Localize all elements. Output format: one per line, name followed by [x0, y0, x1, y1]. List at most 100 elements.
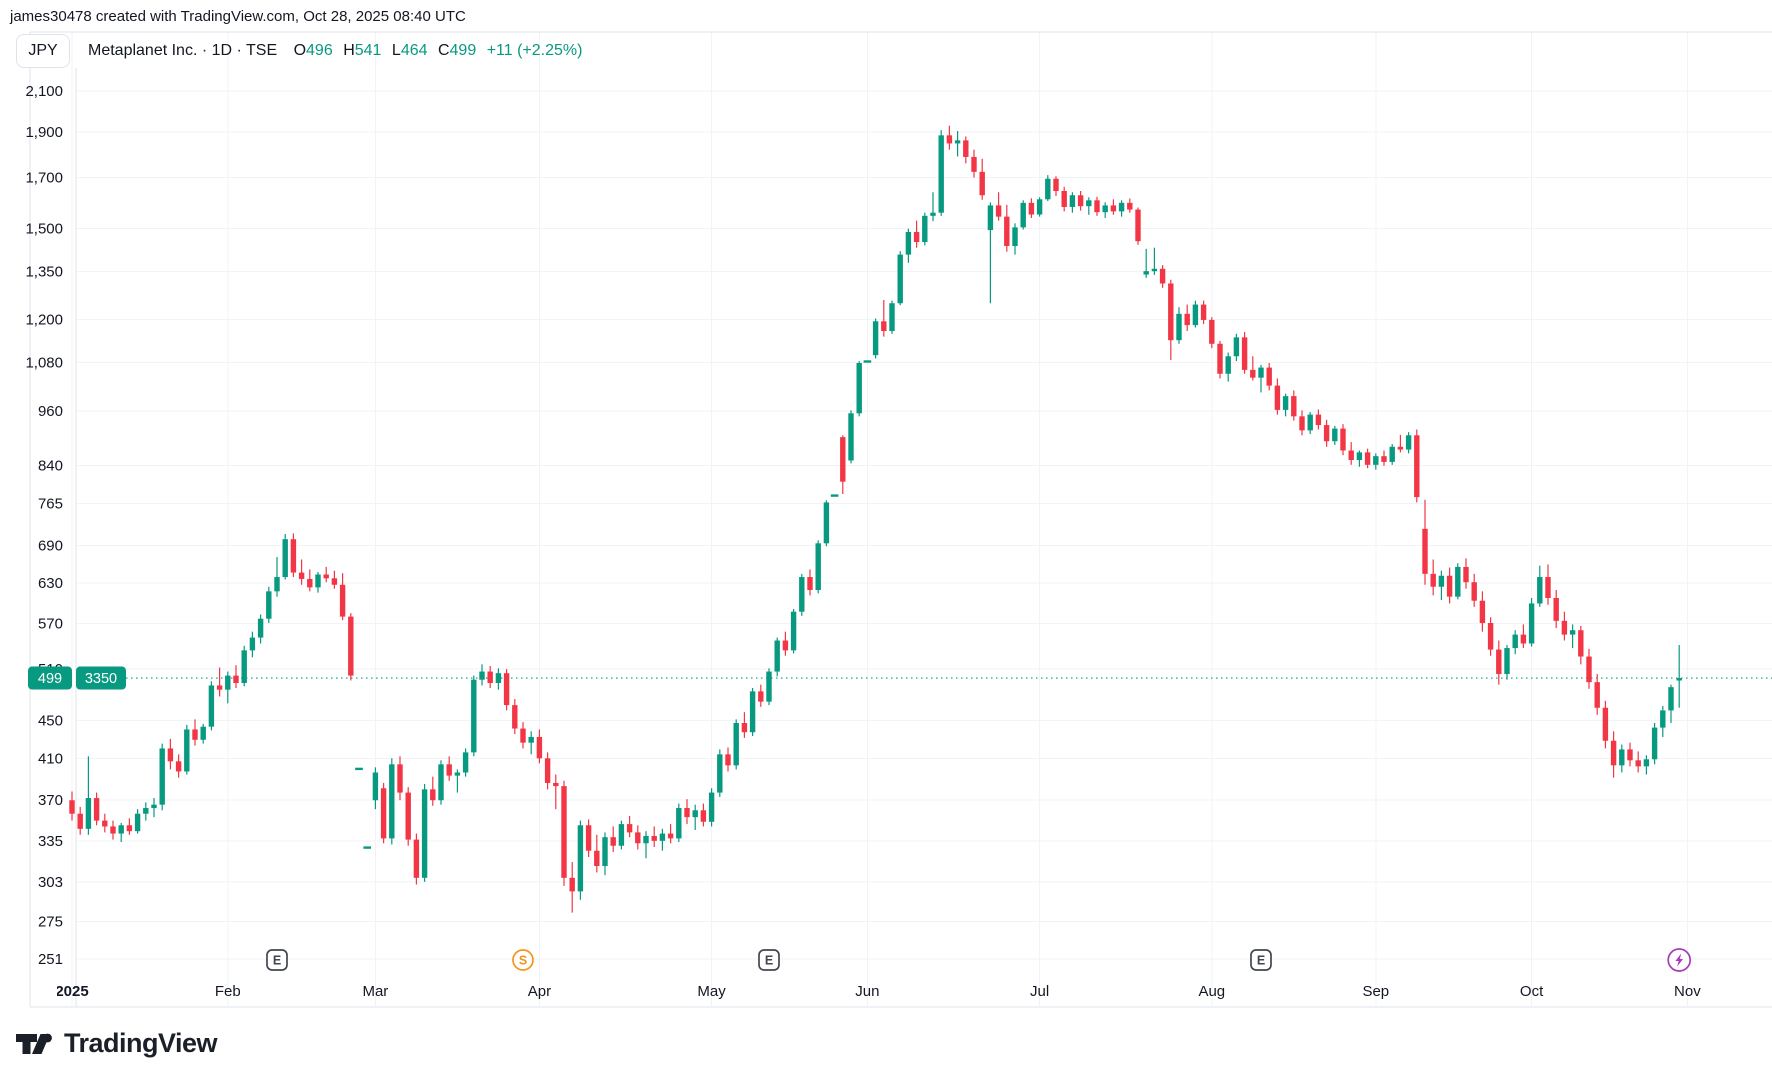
- candle: [816, 543, 821, 590]
- candle: [1053, 179, 1058, 191]
- candle: [1234, 337, 1239, 356]
- candle: [1578, 630, 1583, 656]
- candle: [1340, 429, 1345, 451]
- candle: [1570, 630, 1575, 634]
- candle: [242, 650, 247, 683]
- ohlc-close-value: 499: [450, 42, 477, 59]
- y-axis-label: 630: [38, 575, 63, 592]
- candle: [389, 764, 394, 838]
- y-axis-label: 410: [38, 750, 63, 767]
- candle: [586, 825, 591, 850]
- y-axis-label: 1,700: [25, 169, 63, 186]
- x-axis-month-label: Jul: [1030, 983, 1049, 1000]
- candle: [1627, 749, 1632, 760]
- candle: [1644, 759, 1649, 766]
- candle: [1611, 741, 1616, 766]
- ohlc-high-value: 541: [355, 42, 382, 59]
- candle: [1070, 195, 1075, 207]
- y-axis-label: 1,500: [25, 220, 63, 237]
- x-axis-month-label: Apr: [528, 983, 551, 1000]
- change-value: +11 (+2.25%): [487, 42, 583, 59]
- candle: [775, 641, 780, 672]
- candle-dash: [831, 494, 839, 496]
- candle: [1299, 416, 1304, 430]
- x-axis-year-label: 2025: [55, 983, 88, 1000]
- candle: [332, 578, 337, 584]
- chart-canvas[interactable]: 2,1001,9001,7001,5001,3501,2001,08096084…: [0, 0, 1772, 1080]
- candle: [1021, 203, 1026, 228]
- candle: [1135, 210, 1140, 242]
- candle: [397, 764, 402, 792]
- x-axis-month-label: Jun: [855, 983, 879, 1000]
- y-axis-label: 960: [38, 403, 63, 420]
- candle: [1439, 576, 1444, 587]
- candle: [119, 825, 124, 833]
- candle: [381, 788, 386, 838]
- candle: [406, 793, 411, 840]
- candle: [1504, 648, 1509, 674]
- candle: [930, 213, 935, 216]
- candle: [1381, 456, 1386, 462]
- y-axis-label: 335: [38, 833, 63, 850]
- x-axis-month-label: Nov: [1674, 983, 1701, 1000]
- candle: [438, 764, 443, 800]
- candle: [791, 612, 796, 651]
- symbol-title-row[interactable]: Metaplanet Inc. · 1D · TSE O496 H541 L46…: [88, 42, 582, 60]
- tradingview-logo[interactable]: TradingView: [16, 1028, 217, 1059]
- candle: [570, 878, 575, 892]
- candle: [635, 832, 640, 843]
- candle: [1324, 425, 1329, 441]
- candle: [627, 824, 632, 832]
- candle: [299, 573, 304, 579]
- candle: [1242, 337, 1247, 370]
- candle: [233, 676, 238, 683]
- candle: [1316, 415, 1321, 425]
- x-axis-month-label: Sep: [1362, 983, 1389, 1000]
- symbol-title: Metaplanet Inc. · 1D · TSE: [88, 42, 277, 59]
- candle: [340, 585, 345, 617]
- candle: [1111, 205, 1116, 211]
- tradingview-logo-text: TradingView: [64, 1028, 217, 1059]
- candle: [758, 691, 763, 701]
- candle: [1488, 623, 1493, 650]
- candle: [1677, 678, 1682, 680]
- candle: [898, 255, 903, 304]
- candle: [69, 800, 74, 813]
- candle: [504, 673, 509, 705]
- candle: [1521, 635, 1526, 644]
- candle: [1086, 200, 1091, 206]
- candle: [463, 752, 468, 772]
- candle: [520, 729, 525, 743]
- x-axis-month-label: Oct: [1520, 983, 1544, 1000]
- candle: [447, 764, 452, 775]
- candle: [947, 135, 952, 143]
- candle: [1398, 447, 1403, 450]
- candle: [1554, 598, 1559, 621]
- y-axis-label: 2,100: [25, 83, 63, 100]
- candle: [1119, 203, 1124, 212]
- candle: [1668, 687, 1673, 710]
- ohlc-low-label: L: [392, 42, 401, 59]
- candle: [488, 672, 493, 683]
- y-axis-label: 251: [38, 951, 63, 968]
- candle: [840, 437, 845, 482]
- candle: [594, 851, 599, 866]
- ohlc-close-label: C: [438, 42, 450, 59]
- ohlc-high-label: H: [343, 42, 355, 59]
- candle: [496, 673, 501, 683]
- candle: [1193, 305, 1198, 326]
- candle: [225, 676, 230, 690]
- candle: [611, 837, 616, 846]
- currency-button[interactable]: JPY: [16, 34, 70, 68]
- x-axis-month-label: Feb: [215, 983, 241, 1000]
- candle: [307, 579, 312, 587]
- candle: [1390, 447, 1395, 462]
- candle: [1144, 271, 1149, 274]
- candle: [652, 836, 657, 841]
- candle: [1595, 682, 1600, 708]
- candle: [479, 672, 484, 680]
- candle: [742, 723, 747, 732]
- candle: [1603, 708, 1608, 741]
- candle: [151, 805, 156, 808]
- candle: [619, 824, 624, 846]
